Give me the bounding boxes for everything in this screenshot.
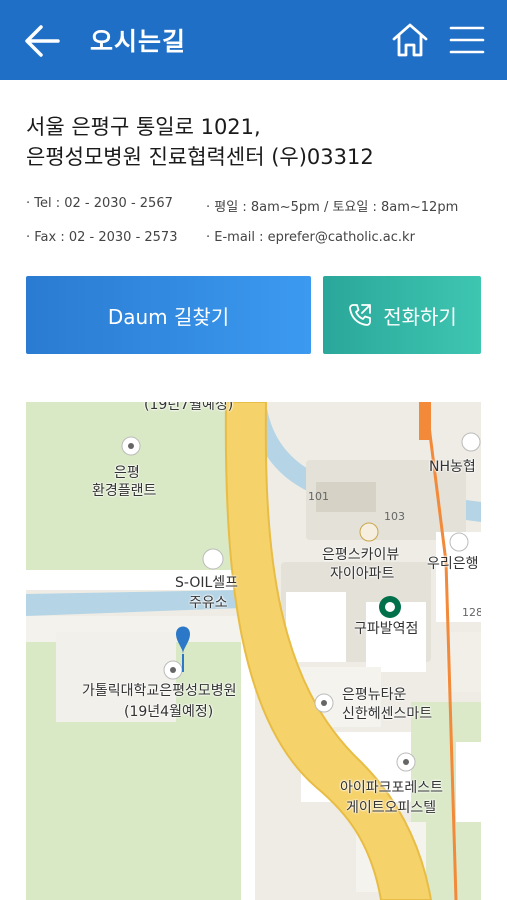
home-icon[interactable] bbox=[390, 20, 430, 60]
map-label-newtown-2: 신한헤센스마트 bbox=[342, 706, 433, 722]
map-label-ipark-2: 게이트오피스텔 bbox=[346, 800, 437, 816]
map-label-plant-1: 은평 bbox=[114, 465, 140, 481]
call-button[interactable]: 전화하기 bbox=[323, 276, 481, 354]
map-label-soil-1: S-OIL셀프 bbox=[175, 575, 239, 591]
app-bar: 오시는길 bbox=[0, 0, 507, 80]
map-label-hospital-1: 가톨릭대학교은평성모병원 bbox=[82, 683, 237, 699]
map-graphic bbox=[26, 402, 481, 900]
map-label-101: 101 bbox=[308, 490, 329, 503]
map-label-soil-2: 주유소 bbox=[189, 595, 228, 611]
address-line-2: 은평성모병원 진료협력센터 (우)03312 bbox=[26, 145, 374, 169]
hours-info: · 평일 : 8am~5pm / 토요일 : 8am~12pm bbox=[206, 200, 459, 215]
map-label-128: 128 bbox=[462, 606, 481, 619]
map-label-nh: NH농협 bbox=[429, 459, 476, 475]
back-arrow-icon[interactable] bbox=[22, 20, 64, 62]
daum-directions-label: Daum 길찾기 bbox=[107, 304, 230, 329]
daum-directions-button[interactable]: Daum 길찾기 bbox=[26, 276, 311, 354]
map-label-hospital-2: (19년4월예정) bbox=[124, 704, 214, 720]
email-info[interactable]: · E-mail : eprefer@catholic.ac.kr bbox=[206, 230, 415, 245]
call-label: 전화하기 bbox=[383, 304, 457, 329]
map-label-103: 103 bbox=[384, 510, 405, 523]
map-label-ipark-1: 아이파크포레스트 bbox=[340, 780, 444, 796]
hamburger-menu-icon[interactable] bbox=[447, 20, 487, 60]
page-title: 오시는길 bbox=[90, 27, 187, 56]
map-label-plant-2: 환경플랜트 bbox=[92, 483, 157, 499]
map-label-top: (19년7월예정) bbox=[144, 402, 234, 413]
map-label-newtown-1: 은평뉴타운 bbox=[342, 687, 407, 703]
map-label-woori: 우리은행 bbox=[427, 556, 479, 572]
fax-info: · Fax : 02 - 2030 - 2573 bbox=[26, 230, 178, 245]
phone-icon bbox=[349, 304, 372, 326]
map-label-sky-1: 은평스카이뷰 bbox=[322, 547, 400, 563]
address-block: 서울 은평구 통일로 1021, 은평성모병원 진료협력센터 (우)03312 bbox=[26, 112, 486, 172]
map-label-starbucks: 구파발역점 bbox=[354, 621, 419, 637]
address-line-1: 서울 은평구 통일로 1021, bbox=[26, 115, 261, 139]
tel-info[interactable]: · Tel : 02 - 2030 - 2567 bbox=[26, 196, 173, 211]
map-view[interactable]: (19년7월예정) 은평 환경플랜트 S-OIL셀프 주유소 가톨릭대학교은평성… bbox=[26, 402, 481, 900]
map-label-sky-2: 자이아파트 bbox=[330, 566, 395, 582]
